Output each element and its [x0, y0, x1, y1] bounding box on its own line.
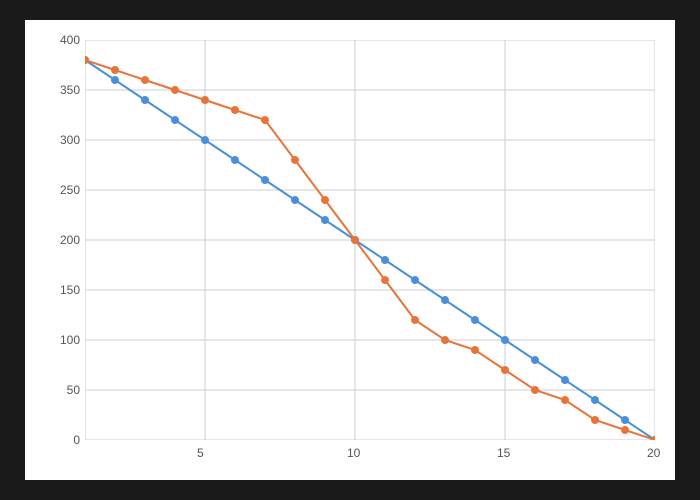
data-point — [172, 87, 179, 94]
data-point — [262, 177, 269, 184]
data-point — [262, 117, 269, 124]
data-point — [322, 217, 329, 224]
chart-plot — [85, 40, 655, 440]
y-tick-label: 0 — [50, 433, 80, 447]
data-point — [562, 397, 569, 404]
x-tick-label: 20 — [647, 446, 660, 460]
gridlines — [85, 40, 655, 440]
data-point — [442, 297, 449, 304]
data-point — [142, 97, 149, 104]
y-tick-label: 150 — [50, 283, 80, 297]
y-tick-label: 300 — [50, 133, 80, 147]
data-point — [442, 337, 449, 344]
data-point — [532, 357, 539, 364]
data-point — [502, 367, 509, 374]
data-point — [622, 417, 629, 424]
data-series — [85, 57, 655, 441]
data-point — [382, 277, 389, 284]
data-point — [232, 157, 239, 164]
data-point — [412, 277, 419, 284]
x-tick-label: 15 — [497, 446, 510, 460]
y-tick-label: 50 — [50, 383, 80, 397]
data-point — [202, 137, 209, 144]
data-point — [142, 77, 149, 84]
data-point — [292, 197, 299, 204]
data-point — [502, 337, 509, 344]
data-point — [532, 387, 539, 394]
data-point — [472, 347, 479, 354]
data-point — [382, 257, 389, 264]
data-point — [562, 377, 569, 384]
series-line — [85, 60, 655, 440]
data-point — [202, 97, 209, 104]
y-tick-label: 400 — [50, 33, 80, 47]
chart-frame: 0 50 100 150 200 250 300 350 400 5 10 15 20 — [25, 20, 675, 480]
data-point — [592, 397, 599, 404]
x-tick-label: 10 — [347, 446, 360, 460]
data-point — [112, 77, 119, 84]
x-tick-label: 5 — [197, 446, 204, 460]
data-point — [322, 197, 329, 204]
data-point — [352, 237, 359, 244]
data-point — [622, 427, 629, 434]
data-point — [592, 417, 599, 424]
y-tick-label: 200 — [50, 233, 80, 247]
data-point — [292, 157, 299, 164]
data-point — [472, 317, 479, 324]
y-tick-label: 350 — [50, 83, 80, 97]
data-point — [412, 317, 419, 324]
y-tick-label: 100 — [50, 333, 80, 347]
data-point — [232, 107, 239, 114]
data-point — [85, 57, 89, 64]
data-point — [172, 117, 179, 124]
data-point — [112, 67, 119, 74]
y-tick-label: 250 — [50, 183, 80, 197]
